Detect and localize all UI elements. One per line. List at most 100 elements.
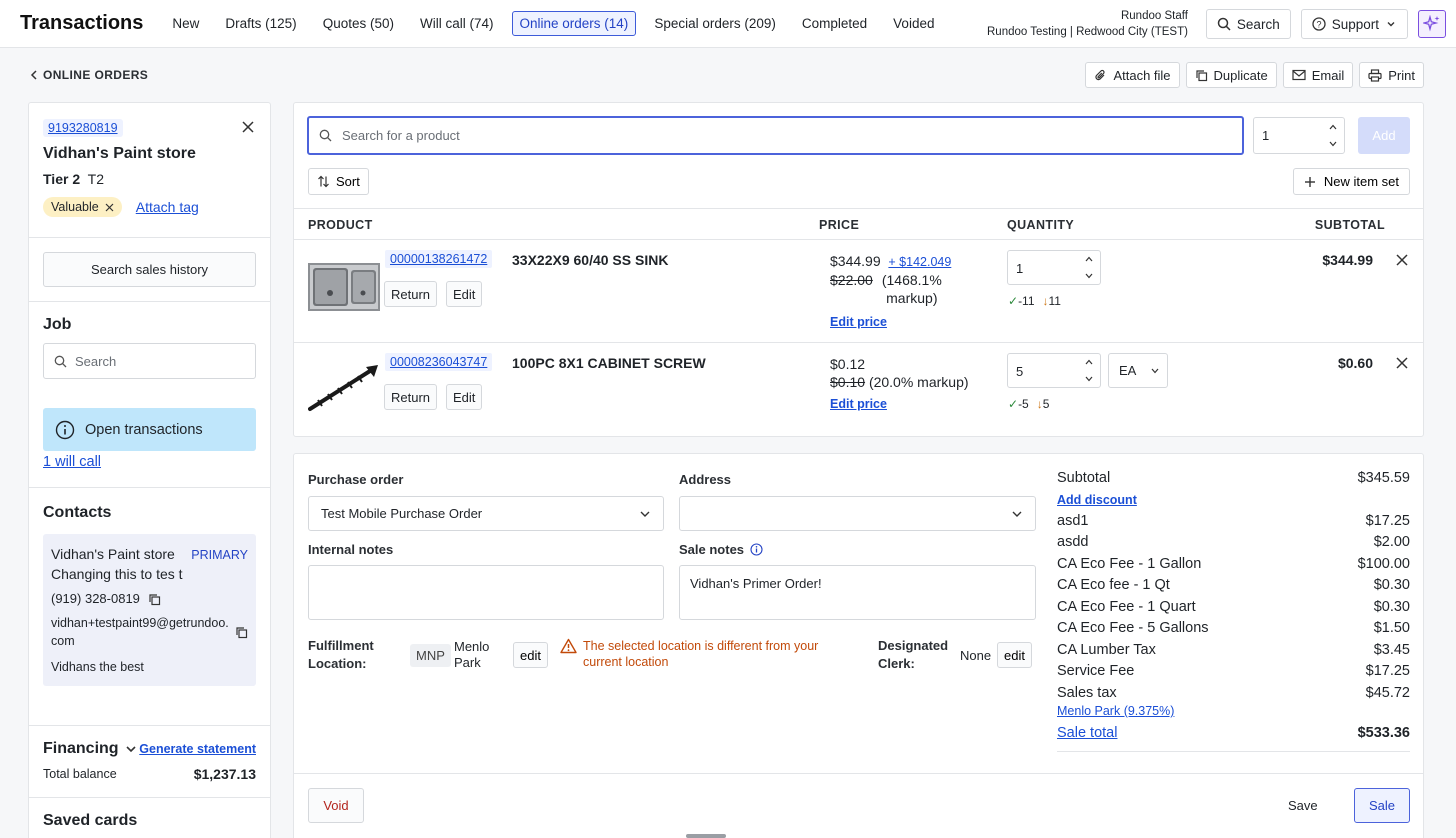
remove-item-icon[interactable] <box>1396 254 1408 266</box>
column-header-price: PRICE <box>819 218 860 232</box>
close-icon[interactable] <box>242 121 254 133</box>
fulfillment-label-line1: Fulfillment <box>308 638 374 653</box>
print-button[interactable]: Print <box>1359 62 1424 88</box>
new-item-set-button[interactable]: New item set <box>1292 168 1410 195</box>
tab-quotes[interactable]: Quotes (50) <box>315 11 402 36</box>
fee-amount: $0.30 <box>1373 598 1410 615</box>
will-call-link[interactable]: 1 will call <box>43 454 256 470</box>
column-header-quantity: QUANTITY <box>1007 218 1075 232</box>
sales-tax-row: Sales tax $45.72 <box>1057 683 1410 705</box>
plus-icon <box>1304 176 1316 188</box>
tab-completed[interactable]: Completed <box>794 11 875 36</box>
void-button[interactable]: Void <box>308 788 364 823</box>
add-quantity-input[interactable]: 1 <box>1253 117 1345 154</box>
tab-voided[interactable]: Voided <box>885 11 942 36</box>
remove-tag-icon[interactable] <box>105 203 114 212</box>
info-icon[interactable] <box>750 543 763 556</box>
job-search-placeholder: Search <box>75 353 117 369</box>
tax-location-link[interactable]: Menlo Park (9.375%) <box>1057 704 1410 718</box>
unit-of-measure-select[interactable]: EA <box>1108 353 1168 388</box>
chevron-up-icon[interactable] <box>1322 118 1344 136</box>
fee-label: Sales tax <box>1057 684 1117 701</box>
chevron-down-icon[interactable] <box>1322 136 1344 154</box>
fee-row: CA Eco Fee - 1 Gallon $100.00 <box>1057 554 1410 576</box>
edit-item-button[interactable]: Edit <box>446 281 483 307</box>
search-sales-history-button[interactable]: Search sales history <box>43 252 256 287</box>
job-search-input[interactable]: Search <box>43 343 256 379</box>
order-details-panel: Purchase order Test Mobile Purchase Orde… <box>293 453 1424 838</box>
chevron-up-icon[interactable] <box>1078 354 1100 371</box>
fee-amount: $3.45 <box>1373 641 1410 658</box>
top-right-controls: Rundoo Staff Rundoo Testing | Redwood Ci… <box>987 0 1446 48</box>
ai-assistant-button[interactable] <box>1418 10 1446 38</box>
copy-icon[interactable] <box>148 593 161 606</box>
product-search-placeholder: Search for a product <box>342 128 460 143</box>
support-button[interactable]: ? Support <box>1300 9 1408 39</box>
edit-price-link[interactable]: Edit price <box>830 313 951 331</box>
tab-online-orders[interactable]: Online orders (14) <box>511 11 637 36</box>
sale-notes-textarea[interactable]: Vidhan's Primer Order! <box>679 565 1036 620</box>
line-quantity-input[interactable]: 1 <box>1007 250 1101 285</box>
user-info[interactable]: Rundoo Staff Rundoo Testing | Redwood Ci… <box>987 8 1188 40</box>
tab-new[interactable]: New <box>164 11 207 36</box>
edit-location-button[interactable]: edit <box>513 642 548 668</box>
user-name: Rundoo Staff <box>1120 10 1188 22</box>
internal-notes-textarea[interactable] <box>308 565 664 620</box>
return-button[interactable]: Return <box>384 281 438 307</box>
unit-price: $344.99 <box>830 253 881 269</box>
fee-amount: $2.00 <box>1373 534 1410 550</box>
tab-drafts[interactable]: Drafts (125) <box>217 11 304 36</box>
contact-name: Vidhan's Paint store Changing this to te… <box>51 546 183 582</box>
print-label: Print <box>1388 67 1415 83</box>
contact-phone-row: (919) 328-0819 <box>51 590 248 608</box>
return-button[interactable]: Return <box>384 384 438 410</box>
address-select[interactable] <box>679 496 1036 531</box>
duplicate-button[interactable]: Duplicate <box>1185 62 1277 88</box>
sale-button[interactable]: Sale <box>1354 788 1410 823</box>
sort-button[interactable]: Sort <box>308 168 369 195</box>
back-link[interactable]: ONLINE ORDERS <box>30 68 148 82</box>
generate-statement-link[interactable]: Generate statement <box>139 742 256 756</box>
save-button[interactable]: Save <box>1288 788 1318 823</box>
financing-toggle[interactable]: Financing <box>43 740 137 758</box>
fee-row: asdd $2.00 <box>1057 532 1410 554</box>
attach-tag-link[interactable]: Attach tag <box>136 199 199 215</box>
open-transactions-label: Open transactions <box>85 421 203 438</box>
line-quantity-input[interactable]: 5 <box>1007 353 1101 388</box>
sale-total-value: $533.36 <box>1357 725 1410 741</box>
total-balance-label: Total balance <box>43 767 117 781</box>
chevron-down-icon[interactable] <box>1078 371 1100 388</box>
location-code-chip: MNP <box>410 644 451 667</box>
product-sku-link[interactable]: 00008236043747 <box>385 353 493 371</box>
add-discount-link[interactable]: Add discount <box>1057 490 1410 511</box>
sale-total-link[interactable]: Sale total <box>1057 723 1117 745</box>
clerk-label-line2: Clerk: <box>878 656 915 671</box>
fee-amount: $0.30 <box>1373 577 1410 593</box>
email-button[interactable]: Email <box>1282 62 1354 88</box>
contact-email-row: vidhan+testpaint99@getrundoo.com <box>51 614 248 650</box>
customer-phone-link[interactable]: 9193280819 <box>43 119 123 137</box>
purchase-order-select[interactable]: Test Mobile Purchase Order <box>308 496 664 531</box>
chevron-down-icon[interactable] <box>1078 268 1100 285</box>
scroll-indicator[interactable] <box>686 834 726 838</box>
edit-clerk-button[interactable]: edit <box>997 642 1032 668</box>
attach-file-button[interactable]: Attach file <box>1085 62 1180 88</box>
contacts-heading: Contacts <box>43 504 112 521</box>
tab-will-call[interactable]: Will call (74) <box>412 11 502 36</box>
stock-available-value: -5 <box>1018 397 1029 411</box>
product-search-input[interactable]: Search for a product <box>307 116 1244 155</box>
edit-item-button[interactable]: Edit <box>446 384 483 410</box>
global-search-button[interactable]: Search <box>1205 9 1291 39</box>
edit-price-link[interactable]: Edit price <box>830 395 969 413</box>
contact-card[interactable]: Vidhan's Paint store Changing this to te… <box>43 534 256 686</box>
product-sku-link[interactable]: 00000138261472 <box>385 250 493 268</box>
remove-item-icon[interactable] <box>1396 357 1408 369</box>
add-product-button[interactable]: Add <box>1358 117 1410 154</box>
price-delta-link[interactable]: + $142.049 <box>888 255 951 269</box>
stock-incoming-value: 11 <box>1048 294 1061 308</box>
price-cell: $344.99 + $142.049 $22.00 (1468.1% markup… <box>830 252 951 331</box>
total-balance-row: Total balance $1,237.13 <box>43 766 256 782</box>
tab-special-orders[interactable]: Special orders (209) <box>646 11 784 36</box>
chevron-up-icon[interactable] <box>1078 251 1100 268</box>
copy-icon[interactable] <box>235 626 248 639</box>
